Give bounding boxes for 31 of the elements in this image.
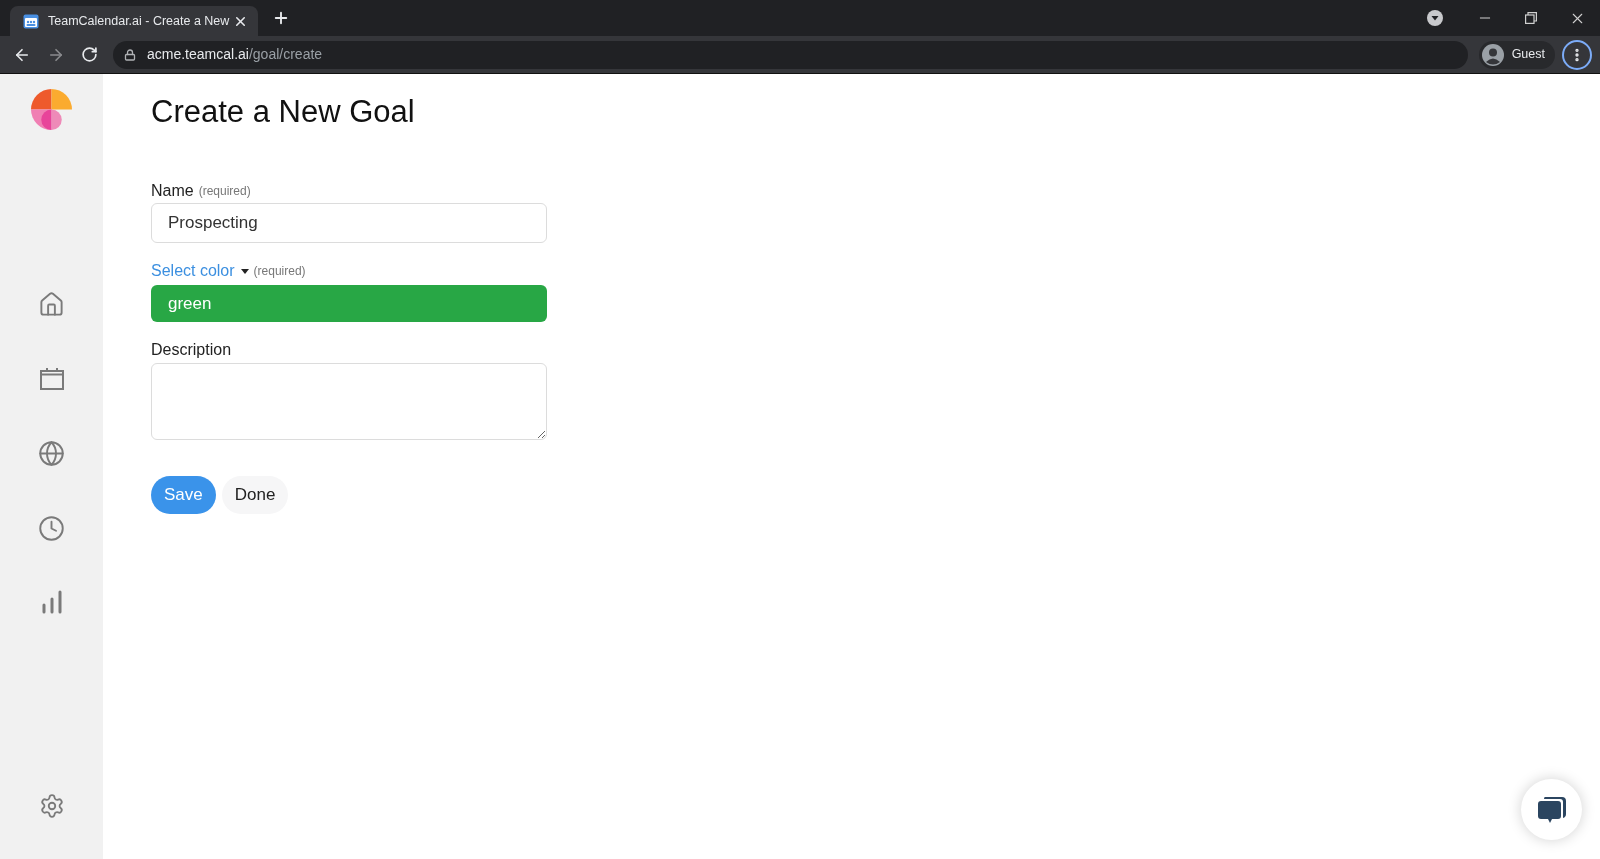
plus-icon[interactable]	[272, 9, 290, 27]
settings-icon[interactable]	[38, 793, 65, 819]
restore-icon[interactable]	[1525, 12, 1537, 24]
required-note: (required)	[253, 263, 306, 280]
caret-icon	[240, 268, 249, 274]
person-avatar-icon	[1481, 43, 1504, 66]
name-input-field[interactable]: Prospecting	[151, 203, 547, 243]
logo-icon[interactable]	[31, 89, 72, 130]
bar-chart-icon[interactable]	[40, 590, 63, 614]
calendar-icon[interactable]	[38, 366, 65, 392]
address-bar[interactable]: acme.teamcal.ai/goal/create	[113, 40, 1468, 69]
dropdown-circle-icon[interactable]	[1427, 10, 1443, 26]
required-note: (required)	[198, 183, 251, 200]
profile-chip[interactable]: Guest	[1478, 40, 1555, 69]
globe-icon[interactable]	[38, 440, 65, 467]
field-label: Name	[151, 181, 194, 201]
done-button[interactable]: Done	[221, 476, 289, 514]
calendar-favicon-icon	[23, 13, 39, 29]
tab-title: TeamCalendar.ai - Create a New	[48, 12, 230, 30]
reload-icon[interactable]	[81, 46, 98, 63]
profile-name: Guest	[1511, 46, 1545, 64]
field-label: Description	[151, 340, 232, 360]
url-text: acme.teamcal.ai/goal/create	[147, 45, 323, 64]
page-title: Create a New Goal	[151, 93, 416, 131]
chat-button[interactable]	[1521, 779, 1582, 840]
menu-button[interactable]	[1562, 39, 1592, 70]
browser-tab[interactable]: TeamCalendar.ai - Create a New	[10, 6, 258, 36]
description-field[interactable]	[151, 363, 547, 440]
clock-icon[interactable]	[38, 515, 65, 542]
home-icon[interactable]	[38, 291, 65, 318]
lock-icon	[124, 48, 136, 61]
